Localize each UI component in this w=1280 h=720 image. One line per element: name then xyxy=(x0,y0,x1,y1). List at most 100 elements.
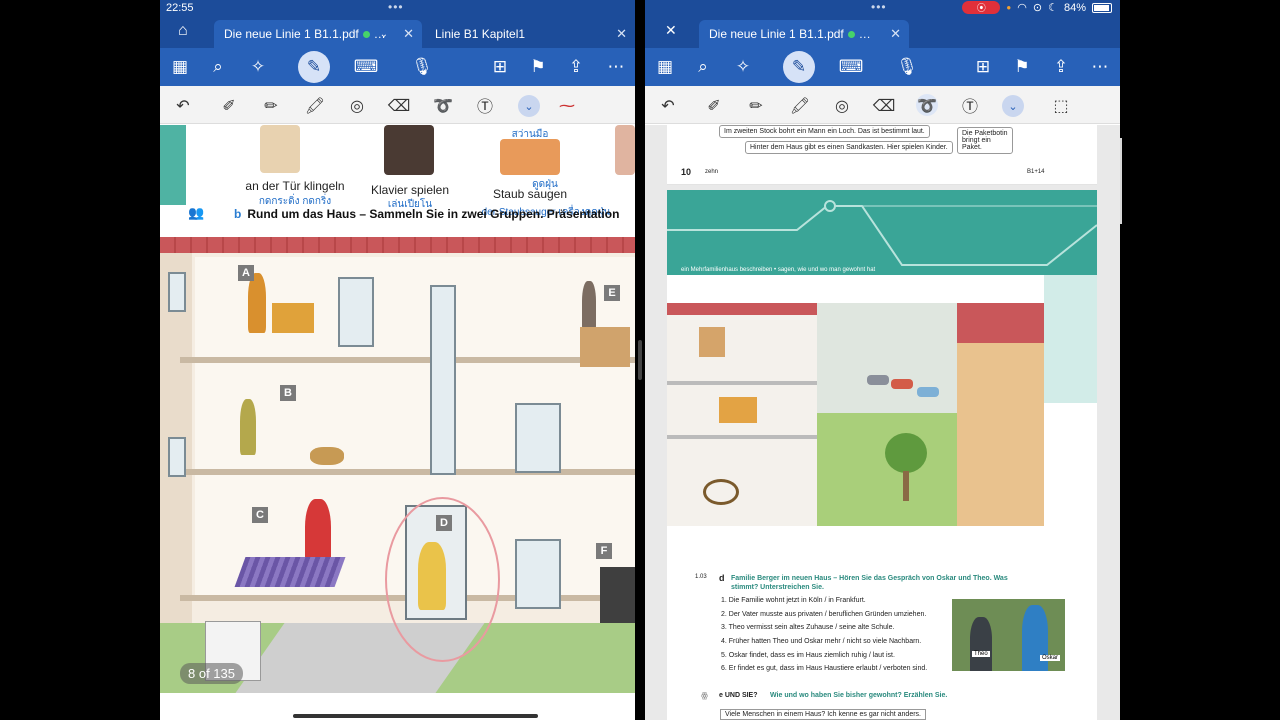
share-icon[interactable]: ⇪ xyxy=(1049,55,1073,79)
bookmark-icon[interactable]: ⚑ xyxy=(526,55,550,79)
bluetooth-pen-icon[interactable]: ✐ xyxy=(703,94,725,116)
tab-kapitel[interactable]: Linie B1 Kapitel1 ✕ xyxy=(425,20,635,48)
speech-bubble: Im zweiten Stock bohrt ein Mann ein Loch… xyxy=(719,125,930,138)
pen-tool-icon[interactable]: ✏ xyxy=(745,94,767,116)
highlighter-icon[interactable]: 🖍 xyxy=(789,94,811,116)
exercise-item: 4. Früher hatten Theo und Oskar mehr / n… xyxy=(721,638,922,645)
annotation-toolbar: ↶ ✐ ✏ 🖍 ◎ ⌫ ➰ Ⓣ ⌄ ⬚ xyxy=(645,86,1120,124)
search-icon[interactable]: ⌕ xyxy=(691,55,715,79)
add-page-icon[interactable]: ⊞ xyxy=(488,55,512,79)
exercise-number: 1.03 xyxy=(695,574,707,580)
undo-icon[interactable]: ↶ xyxy=(172,94,194,116)
pen-mode-icon[interactable]: ✎ xyxy=(783,51,815,83)
section-b-heading: b Rund um das Haus – Sammeln Sie in zwei … xyxy=(234,207,619,221)
side-window xyxy=(168,272,186,312)
home-indicator[interactable] xyxy=(293,714,538,718)
share-icon[interactable]: ⇪ xyxy=(564,55,588,79)
main-toolbar: ▦ ⌕ ✧ ✎ ⌨ 🎙 ⊞ ⚑ ⇪ ⋯ xyxy=(645,48,1120,86)
section-letter: b xyxy=(234,207,242,221)
rug xyxy=(234,557,346,587)
keyboard-icon[interactable]: ⌨ xyxy=(354,55,379,79)
close-icon[interactable]: ✕ xyxy=(665,22,677,39)
exercise-item: 1. Die Familie wohnt jetzt in Köln / in … xyxy=(721,597,866,604)
shape-tool-icon[interactable]: ◎ xyxy=(831,94,853,116)
tab-label: Die neue Linie 1 B1.1.pdf xyxy=(709,27,844,41)
page-decoration xyxy=(1044,275,1097,403)
chevron-down-icon[interactable]: ⌄ xyxy=(518,95,540,117)
keyboard-icon[interactable]: ⌨ xyxy=(839,55,864,79)
select-area-icon[interactable]: ⬚ xyxy=(1050,94,1072,116)
ai-sparkle-icon[interactable]: ✧ xyxy=(731,55,755,79)
shape-tool-icon[interactable]: ◎ xyxy=(346,94,368,116)
vocab-section: สว่านมือ an der Tür klingeln กดกระดิ่ง ก… xyxy=(160,125,635,235)
left-margin xyxy=(0,0,160,720)
text-box-icon[interactable]: Ⓣ xyxy=(959,94,981,116)
tab-menu-chevron-icon[interactable]: ⌄ xyxy=(380,29,388,40)
speech-bubble: Die Paketbotin bringt ein Paket. xyxy=(957,127,1013,154)
page-indicator: 8 of 135 xyxy=(180,663,243,684)
active-color-swatch[interactable]: ⁓ xyxy=(556,94,578,116)
ai-sparkle-icon[interactable]: ✧ xyxy=(246,55,270,79)
tab-close-icon[interactable]: ✕ xyxy=(403,26,414,42)
multitask-dots[interactable]: ••• xyxy=(388,0,404,14)
multitask-dots[interactable]: ••• xyxy=(871,0,887,14)
eraser-icon[interactable]: ⌫ xyxy=(873,94,896,116)
handwritten-circle-annotation[interactable] xyxy=(385,497,500,662)
grid-icon[interactable]: ▦ xyxy=(168,55,192,79)
person-oskar xyxy=(1022,605,1048,671)
microphone-icon[interactable]: 🎙 xyxy=(410,55,434,79)
page-decoration xyxy=(160,125,186,205)
grid-icon[interactable]: ▦ xyxy=(653,55,677,79)
status-bar: 22:55 ••• xyxy=(160,0,635,17)
pen-mode-icon[interactable]: ✎ xyxy=(298,51,330,83)
house-illustration: A B C D E F xyxy=(160,237,635,693)
more-icon[interactable]: ⋯ xyxy=(604,55,628,79)
photo-theo-oskar: Theo Oskar xyxy=(952,599,1065,671)
group-icon: 👥 xyxy=(188,205,205,220)
microphone-icon[interactable]: 🎙 xyxy=(895,55,919,79)
bluetooth-pen-icon[interactable]: ✐ xyxy=(218,94,240,116)
document-view[interactable]: Im zweiten Stock bohrt ein Mann ein Loch… xyxy=(645,125,1120,720)
tab-document[interactable]: Die neue Linie 1 B1.1.pdf … ⌄ ✕ xyxy=(214,20,422,48)
tab-document[interactable]: Die neue Linie 1 B1.1.pdf … ✕ xyxy=(699,20,909,48)
lock-rotation-icon: ⊙ xyxy=(1032,2,1043,14)
tab-ellipsis: … xyxy=(858,27,871,41)
more-icon[interactable]: ⋯ xyxy=(1088,55,1112,79)
tab-close-icon[interactable]: ✕ xyxy=(616,26,627,42)
sync-status-icon xyxy=(362,30,370,38)
undo-icon[interactable]: ↶ xyxy=(657,94,679,116)
search-icon[interactable]: ⌕ xyxy=(206,55,230,79)
car xyxy=(891,379,913,389)
label-e: E xyxy=(604,285,620,301)
lasso-icon[interactable]: ➰ xyxy=(432,94,454,116)
page-10-bottom: Im zweiten Stock bohrt ein Mann ein Loch… xyxy=(667,125,1097,185)
caption-vacuum: Staub saugen xyxy=(492,187,568,201)
floor xyxy=(667,381,817,385)
bookmark-icon[interactable]: ⚑ xyxy=(1010,55,1034,79)
split-handle[interactable] xyxy=(638,340,642,380)
window xyxy=(338,277,374,347)
roof xyxy=(160,237,635,253)
woman-a xyxy=(248,273,266,333)
speech-bubble: Hinter dem Haus gibt es einen Sandkasten… xyxy=(745,141,953,154)
exercise-item: 3. Theo vermisst sein altes Zuhause / se… xyxy=(721,624,895,631)
text-box-icon[interactable]: Ⓣ xyxy=(474,94,496,116)
tab-close-icon[interactable]: ✕ xyxy=(890,26,901,42)
add-page-icon[interactable]: ⊞ xyxy=(971,55,995,79)
document-view[interactable]: สว่านมือ an der Tür klingeln กดกระดิ่ง ก… xyxy=(160,125,635,720)
lasso-icon[interactable]: ➰ xyxy=(916,94,938,116)
pen-tool-icon[interactable]: ✏ xyxy=(260,94,282,116)
tree-trunk xyxy=(903,471,909,501)
label-c: C xyxy=(252,507,268,523)
caption-piano: Klavier spielen xyxy=(370,183,450,197)
highlighter-icon[interactable]: 🖍 xyxy=(304,94,326,116)
person-theo xyxy=(970,617,992,671)
room-b xyxy=(195,363,635,469)
man-b xyxy=(240,399,256,455)
status-time: 22:55 xyxy=(166,2,194,14)
screen-recording-icon[interactable]: ⦿ xyxy=(962,1,1001,14)
home-icon[interactable]: ⌂ xyxy=(178,22,188,40)
eraser-icon[interactable]: ⌫ xyxy=(388,94,411,116)
status-indicators: ⦿ ● ◠ ⊙ ☾ 84% xyxy=(962,1,1112,14)
chevron-down-icon[interactable]: ⌄ xyxy=(1002,95,1024,117)
